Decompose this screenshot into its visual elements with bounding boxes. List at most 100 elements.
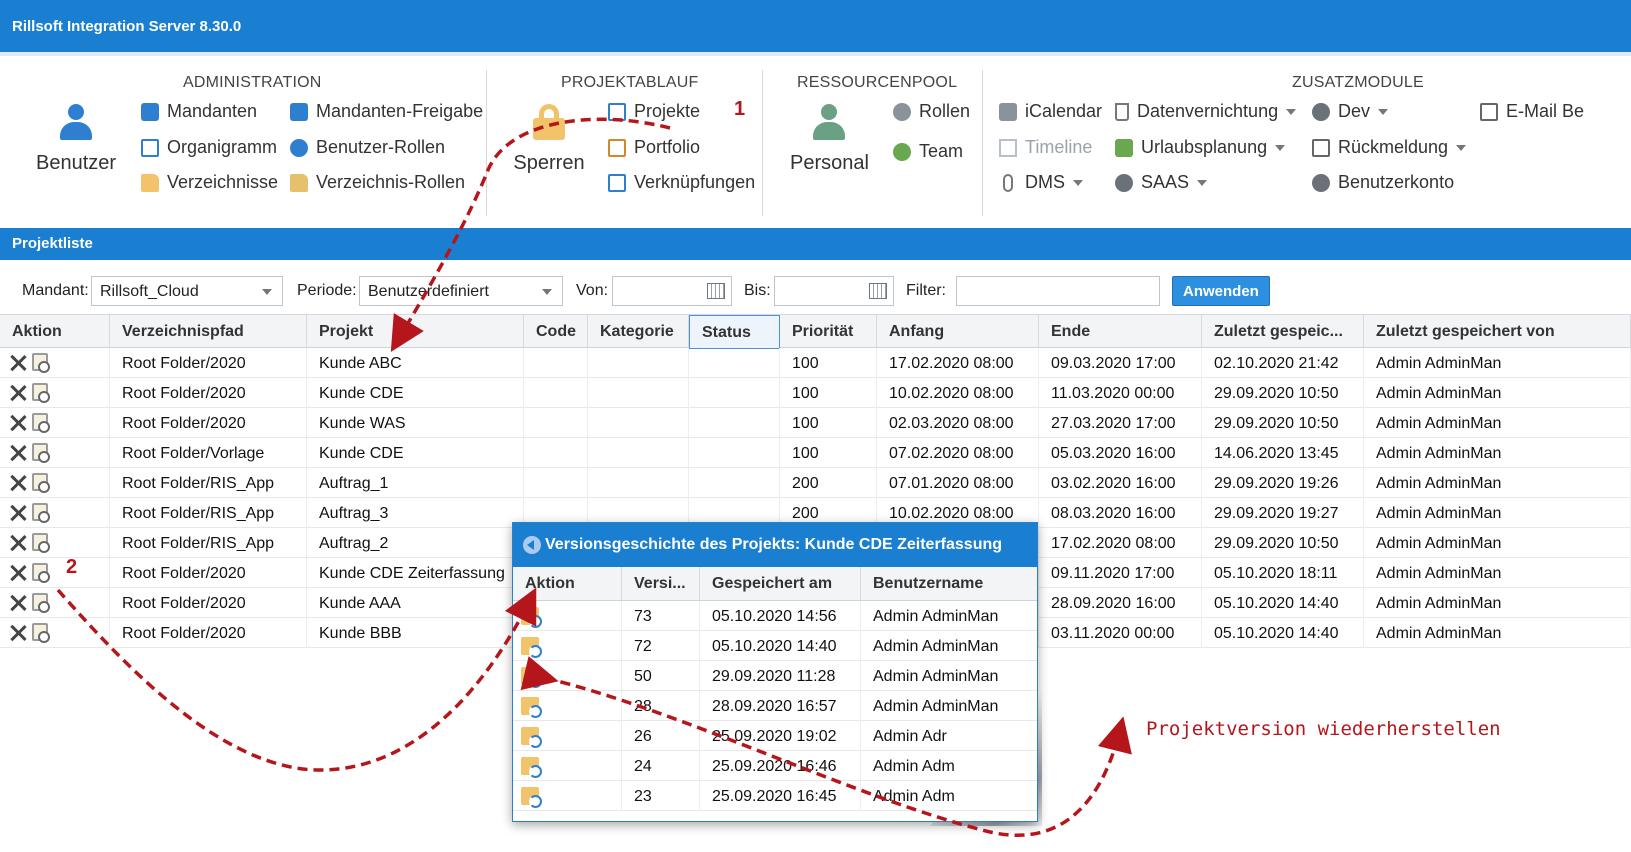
version-history-icon[interactable]	[32, 563, 50, 583]
version-history-icon[interactable]	[32, 413, 50, 433]
version-history-icon[interactable]	[32, 443, 50, 463]
rueckmeldung-dropdown[interactable]: Rückmeldung	[1312, 137, 1467, 158]
column-header[interactable]: Ende	[1039, 315, 1202, 349]
periode-select[interactable]: Benutzerdefiniert	[359, 276, 563, 306]
restore-version-icon[interactable]	[521, 727, 542, 748]
benutzerkonto-button[interactable]: Benutzerkonto	[1312, 172, 1454, 193]
column-header[interactable]: Anfang	[877, 315, 1039, 349]
version-history-icon[interactable]	[32, 353, 50, 373]
saas-dropdown[interactable]: SAAS	[1115, 172, 1208, 193]
verzeichnis-rollen-button[interactable]: Verzeichnis-Rollen	[290, 172, 465, 193]
calendar-picker-icon[interactable]	[869, 283, 887, 299]
cogs-icon	[1312, 173, 1330, 192]
delete-icon[interactable]	[10, 595, 26, 611]
table-row[interactable]: Root Folder/RIS_App Auftrag_1 200 07.01.202…	[0, 468, 1631, 498]
version-row[interactable]: 73 05.10.2020 14:56 Admin AdminMan	[513, 601, 1037, 631]
team-button[interactable]: Team	[893, 141, 963, 162]
personal-button[interactable]: Personal	[790, 104, 869, 175]
verzeichnisse-button[interactable]: Verzeichnisse	[141, 172, 278, 193]
datenvernichtung-dropdown[interactable]: Datenvernichtung	[1115, 101, 1297, 122]
sperren-button[interactable]: Sperren	[512, 104, 586, 175]
version-row[interactable]: 26 25.09.2020 19:02 Admin Adr	[513, 721, 1037, 751]
filter-input[interactable]	[956, 276, 1160, 306]
version-row[interactable]: 24 25.09.2020 16:46 Admin Adm	[513, 751, 1037, 781]
delete-icon[interactable]	[10, 385, 26, 401]
delete-icon[interactable]	[10, 475, 26, 491]
back-arrow-icon[interactable]	[523, 536, 541, 554]
table-cell: 09.11.2020 17:00	[1039, 558, 1202, 588]
column-header[interactable]: Code	[524, 315, 588, 349]
rollen-button[interactable]: Rollen	[893, 101, 970, 122]
column-header[interactable]: Gespeichert am	[700, 567, 861, 601]
restore-version-icon[interactable]	[521, 757, 542, 778]
version-row[interactable]: 50 29.09.2020 11:28 Admin AdminMan	[513, 661, 1037, 691]
mandanten-freigabe-button[interactable]: Mandanten-Freigabe	[290, 101, 483, 122]
column-header[interactable]: Zuletzt gespeic...	[1202, 315, 1364, 349]
table-row[interactable]: Root Folder/Vorlage Kunde CDE 100 07.02.202…	[0, 438, 1631, 468]
email-button[interactable]: E-Mail Be	[1480, 101, 1584, 122]
restore-version-icon[interactable]	[521, 637, 542, 658]
delete-icon[interactable]	[10, 565, 26, 581]
benutzer-rollen-button[interactable]: Benutzer-Rollen	[290, 137, 445, 158]
column-header[interactable]: Aktion	[0, 315, 110, 349]
verknuepfungen-button[interactable]: Verknüpfungen	[608, 172, 755, 193]
bis-label: Bis:	[744, 282, 771, 299]
ribbon-separator	[486, 70, 487, 216]
delete-icon[interactable]	[10, 535, 26, 551]
version-history-icon[interactable]	[32, 593, 50, 613]
projekte-button[interactable]: Projekte	[608, 101, 700, 122]
icalendar-button[interactable]: iCalendar	[999, 101, 1102, 122]
column-header[interactable]: Verzeichnispfad	[110, 315, 307, 349]
restore-version-icon[interactable]	[521, 787, 542, 808]
version-row[interactable]: 28 28.09.2020 16:57 Admin AdminMan	[513, 691, 1037, 721]
column-header[interactable]: Zuletzt gespeichert von	[1364, 315, 1631, 349]
delete-icon[interactable]	[10, 355, 26, 371]
column-header[interactable]: Versi...	[622, 567, 700, 601]
action-cell	[0, 558, 110, 588]
version-history-icon[interactable]	[32, 383, 50, 403]
version-history-icon[interactable]	[32, 503, 50, 523]
benutzer-button[interactable]: Benutzer	[36, 104, 116, 175]
calendar-picker-icon[interactable]	[707, 283, 725, 299]
column-header[interactable]: Projekt	[307, 315, 524, 349]
dev-dropdown[interactable]: Dev	[1312, 101, 1389, 122]
delete-icon[interactable]	[10, 415, 26, 431]
column-header[interactable]: Kategorie	[588, 315, 689, 349]
version-history-icon[interactable]	[32, 473, 50, 493]
group-title-ressourcenpool: RESSOURCENPOOL	[797, 74, 958, 91]
version-row[interactable]: 72 05.10.2020 14:40 Admin AdminMan	[513, 631, 1037, 661]
urlaubsplanung-dropdown[interactable]: Urlaubsplanung	[1115, 137, 1286, 158]
version-history-icon[interactable]	[32, 623, 50, 643]
von-date-input[interactable]	[612, 276, 732, 306]
dms-dropdown[interactable]: DMS	[999, 172, 1083, 193]
mandant-select[interactable]: Rillsoft_Cloud	[91, 276, 283, 306]
column-header[interactable]: Aktion	[513, 567, 622, 601]
anwenden-button[interactable]: Anwenden	[1172, 276, 1270, 306]
delete-icon[interactable]	[10, 625, 26, 641]
restore-version-icon[interactable]	[521, 667, 542, 688]
table-row[interactable]: Root Folder/2020 Kunde WAS 100 02.03.2020 0…	[0, 408, 1631, 438]
portfolio-button[interactable]: Portfolio	[608, 137, 700, 158]
table-cell: Root Folder/2020	[110, 618, 307, 648]
delete-icon[interactable]	[10, 505, 26, 521]
bis-date-input[interactable]	[774, 276, 894, 306]
column-header[interactable]: Status	[689, 315, 780, 349]
mandanten-button[interactable]: Mandanten	[141, 101, 257, 122]
version-history-icon[interactable]	[32, 533, 50, 553]
table-cell: 08.03.2020 16:00	[1039, 498, 1202, 528]
version-row[interactable]: 23 25.09.2020 16:45 Admin Adm	[513, 781, 1037, 811]
timeline-button[interactable]: Timeline	[999, 137, 1092, 158]
column-header[interactable]: Benutzername	[861, 567, 1037, 601]
table-cell	[588, 468, 689, 498]
delete-icon[interactable]	[10, 445, 26, 461]
table-row[interactable]: Root Folder/2020 Kunde ABC 100 17.02.2020 0…	[0, 348, 1631, 378]
table-cell	[588, 408, 689, 438]
column-header[interactable]: Priorität	[780, 315, 877, 349]
organigramm-button[interactable]: Organigramm	[141, 137, 277, 158]
step-two-label: 2	[66, 556, 78, 578]
restore-version-icon[interactable]	[521, 697, 542, 718]
table-row[interactable]: Root Folder/2020 Kunde CDE 100 10.02.2020 0…	[0, 378, 1631, 408]
mandant-value: Rillsoft_Cloud	[100, 283, 199, 300]
table-cell	[588, 378, 689, 408]
restore-version-icon[interactable]	[521, 607, 542, 628]
